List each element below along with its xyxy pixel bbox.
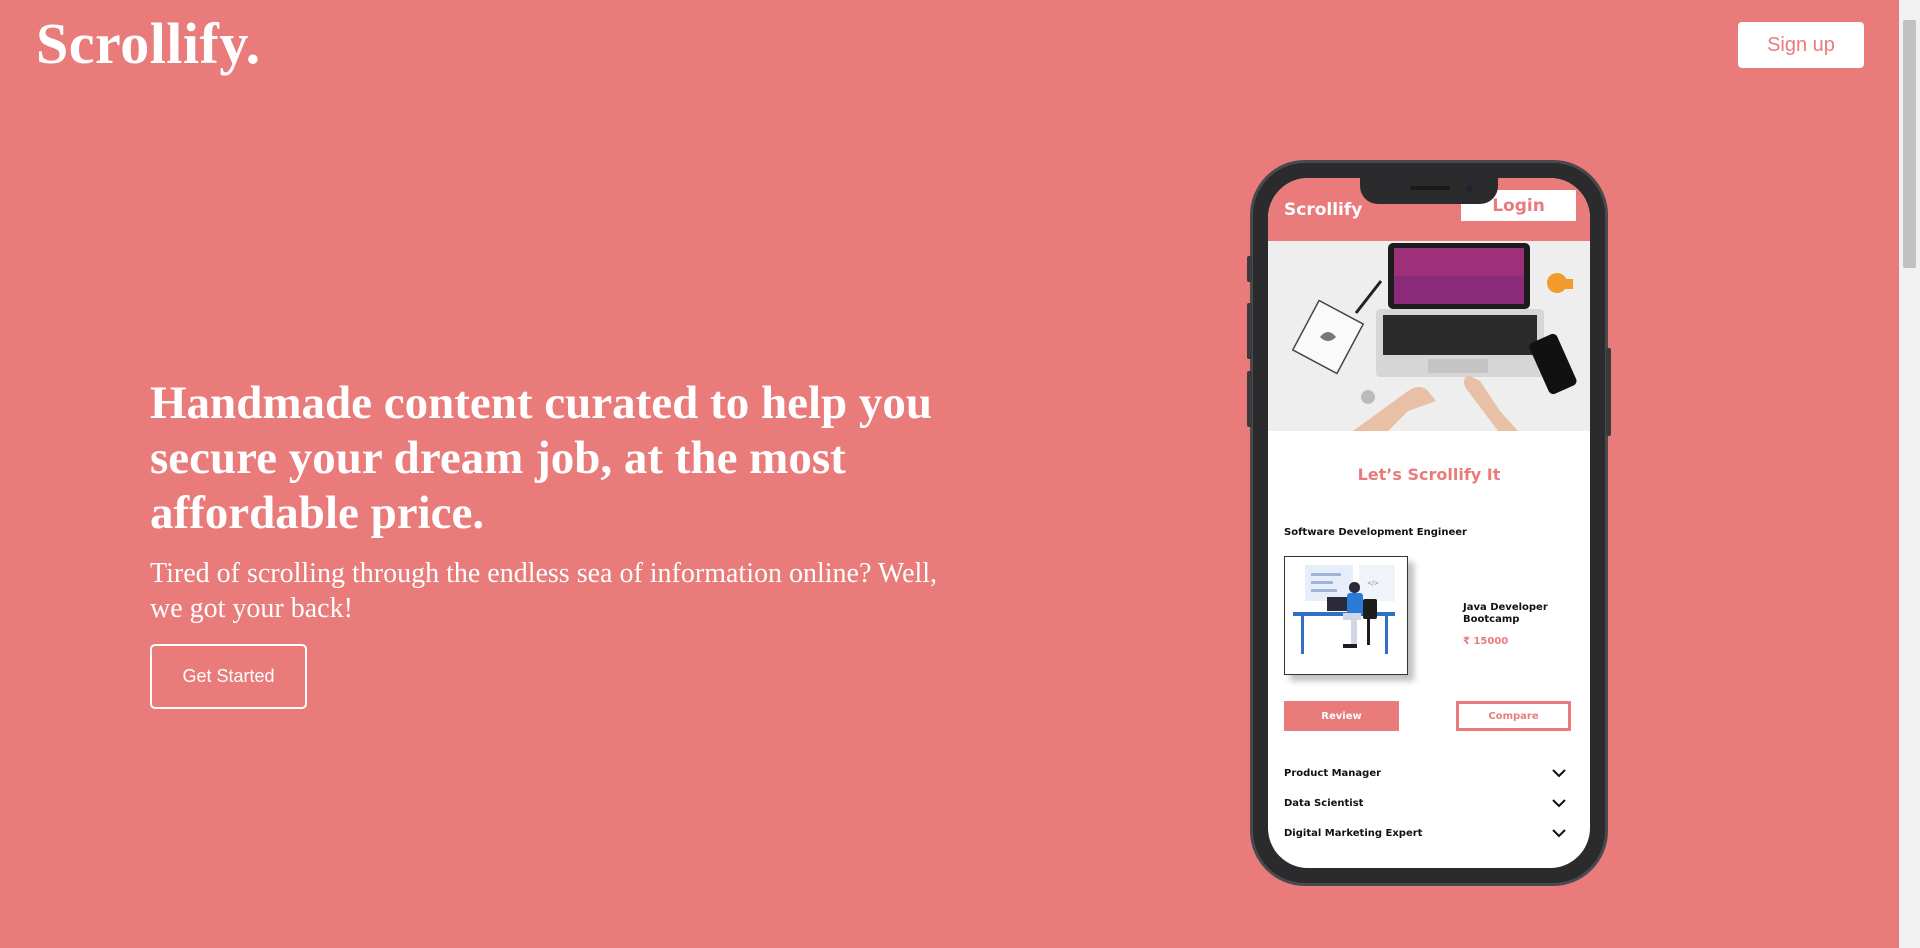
speaker-grille	[1410, 186, 1450, 190]
course-name: Java Developer Bootcamp	[1463, 602, 1548, 625]
get-started-button[interactable]: Get Started	[150, 644, 307, 709]
phone-notch	[1360, 178, 1498, 204]
app-logo: Scrollify	[1284, 200, 1363, 220]
accordion-label: Product Manager	[1284, 768, 1382, 779]
scrollbar-thumb[interactable]	[1903, 20, 1916, 268]
compare-button[interactable]: Compare	[1456, 701, 1571, 731]
laptop-workspace-image	[1268, 241, 1590, 431]
chevron-down-icon	[1552, 799, 1566, 808]
course-illustration[interactable]: </>	[1284, 556, 1408, 675]
phone-mockup: Scrollify Login Let’s Scrollify It Softw…	[1247, 163, 1611, 883]
chevron-down-icon	[1552, 829, 1566, 838]
course-price: ₹ 15000	[1463, 636, 1509, 647]
featured-job-title[interactable]: Software Development Engineer	[1284, 527, 1467, 538]
phone-mute-switch	[1247, 256, 1252, 282]
chevron-down-icon	[1552, 769, 1566, 778]
landing-page: Scrollify. Sign up Handmade content cura…	[0, 0, 1899, 948]
phone-power-button	[1606, 348, 1611, 436]
phone-volume-down	[1247, 371, 1252, 427]
review-button[interactable]: Review	[1284, 701, 1399, 731]
camera-icon	[1466, 185, 1473, 192]
accordion-item-data-scientist[interactable]: Data Scientist	[1284, 794, 1576, 816]
app-tagline: Let’s Scrollify It	[1357, 465, 1501, 484]
accordion-label: Digital Marketing Expert	[1284, 828, 1423, 839]
svg-text:</>: </>	[1367, 580, 1379, 587]
hero-subtitle: Tired of scrolling through the endless s…	[150, 558, 938, 624]
brand-logo[interactable]: Scrollify.	[36, 10, 261, 77]
accordion-item-digital-marketing-expert[interactable]: Digital Marketing Expert	[1284, 824, 1576, 846]
hero-title: Handmade content curated to help you sec…	[150, 377, 933, 539]
vertical-scrollbar[interactable]	[1899, 0, 1920, 948]
accordion-item-product-manager[interactable]: Product Manager	[1284, 764, 1576, 786]
accordion-label: Data Scientist	[1284, 798, 1364, 809]
phone-screen: Scrollify Login Let’s Scrollify It Softw…	[1268, 178, 1590, 868]
phone-volume-up	[1247, 303, 1252, 359]
signup-button[interactable]: Sign up	[1738, 22, 1864, 68]
